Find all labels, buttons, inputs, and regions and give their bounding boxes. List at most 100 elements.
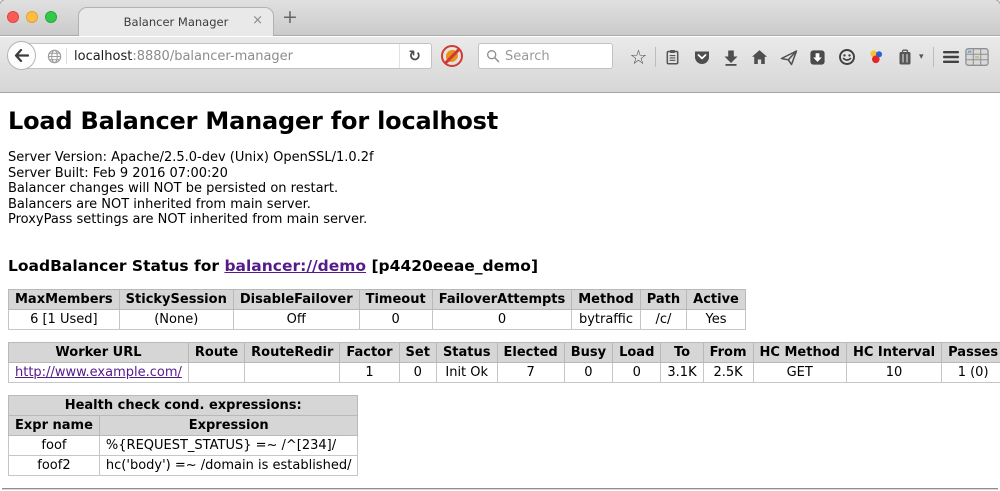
table-header-row: Expr name Expression <box>9 415 358 435</box>
col-expr-name: Expr name <box>9 415 100 435</box>
cell-passes: 1 (0) <box>942 362 1000 382</box>
cell-hc-interval: 10 <box>846 362 941 382</box>
col-elected: Elected <box>497 342 564 362</box>
cell-expr-name: foof2 <box>9 455 100 475</box>
downloads-panel-icon[interactable] <box>803 43 832 71</box>
back-button[interactable] <box>7 41 36 70</box>
urlbar-divider <box>66 48 67 64</box>
worker-table: Worker URL Route RouteRedir Factor Set S… <box>8 342 1000 383</box>
titlebar: Balancer Manager × + <box>0 0 1000 36</box>
worker-row: http://www.example.com/ 1 0 Init Ok 7 0 … <box>9 362 1000 382</box>
plugin-block-icon[interactable] <box>441 45 463 67</box>
chevron-down-icon[interactable]: ▾ <box>919 52 931 62</box>
worker-url-link[interactable]: http://www.example.com/ <box>15 365 182 380</box>
chat-smiley-icon[interactable] <box>832 43 861 71</box>
server-built-line: Server Built: Feb 9 2016 07:00:20 <box>8 166 1000 182</box>
col-active: Active <box>687 289 746 309</box>
col-busy: Busy <box>564 342 612 362</box>
page-content: Load Balancer Manager for localhost Serv… <box>0 94 1000 491</box>
bookmark-star-icon[interactable]: ☆ <box>624 43 653 71</box>
col-route: Route <box>188 342 244 362</box>
pocket-icon[interactable] <box>687 43 716 71</box>
col-to: To <box>661 342 703 362</box>
persist-note-line: Balancer changes will NOT be persisted o… <box>8 181 1000 197</box>
col-maxmembers: MaxMembers <box>9 289 120 309</box>
browser-window: Balancer Manager × + localhost:8880/bala… <box>0 0 1000 491</box>
balancer-summary-table: MaxMembers StickySession DisableFailover… <box>8 289 746 330</box>
search-icon <box>486 49 500 63</box>
cell-routeredir <box>245 362 340 382</box>
cell-from: 2.5K <box>703 362 753 382</box>
download-icon[interactable] <box>716 43 745 71</box>
cell-active: Yes <box>687 309 746 329</box>
zoom-window-button[interactable] <box>45 11 57 23</box>
proxypass-note-line: ProxyPass settings are NOT inherited fro… <box>8 212 1000 228</box>
url-bar[interactable]: localhost:8880/balancer-manager ↻ <box>21 43 432 69</box>
balancer-demo-link[interactable]: balancer://demo <box>224 257 366 275</box>
inherit-note-line: Balancers are NOT inherited from main se… <box>8 197 1000 213</box>
reload-icon[interactable]: ↻ <box>399 44 431 68</box>
status-heading-suffix: [p4420eeae_demo] <box>366 257 538 275</box>
server-info: Server Version: Apache/2.5.0-dev (Unix) … <box>8 150 1000 228</box>
col-routeredir: RouteRedir <box>245 342 340 362</box>
tab-balancer-manager[interactable]: Balancer Manager × <box>78 7 274 36</box>
color-dots-icon[interactable] <box>861 43 890 71</box>
url-text[interactable]: localhost:8880/balancer-manager <box>74 49 293 64</box>
server-version-line: Server Version: Apache/2.5.0-dev (Unix) … <box>8 150 1000 166</box>
reading-list-icon[interactable] <box>658 43 687 71</box>
col-factor: Factor <box>340 342 399 362</box>
globe-icon <box>47 49 62 64</box>
cell-disablefailover: Off <box>233 309 359 329</box>
col-failoverattempts: FailoverAttempts <box>432 289 572 309</box>
cell-status: Init Ok <box>436 362 497 382</box>
col-path: Path <box>640 289 686 309</box>
home-icon[interactable] <box>745 43 774 71</box>
col-status: Status <box>436 342 497 362</box>
tab-close-icon[interactable]: × <box>252 14 263 27</box>
cell-timeout: 0 <box>359 309 432 329</box>
minimize-window-button[interactable] <box>26 11 38 23</box>
cell-elected: 7 <box>497 362 564 382</box>
col-disablefailover: DisableFailover <box>233 289 359 309</box>
col-hc-interval: HC Interval <box>846 342 941 362</box>
cell-failoverattempts: 0 <box>432 309 572 329</box>
toolbar-separator <box>933 47 934 67</box>
cell-to: 3.1K <box>661 362 703 382</box>
star-glyph: ☆ <box>630 47 648 67</box>
search-input[interactable] <box>505 49 600 64</box>
health-check-table: Health check cond. expressions: Expr nam… <box>8 395 358 476</box>
col-set: Set <box>399 342 436 362</box>
cell-load: 0 <box>613 362 661 382</box>
menu-hamburger-icon[interactable] <box>936 43 965 71</box>
navigation-bar: localhost:8880/balancer-manager ↻ ☆ <box>0 37 1000 93</box>
url-path: :8880/balancer-manager <box>132 49 293 64</box>
url-host: localhost <box>74 49 132 64</box>
health-table-title: Health check cond. expressions: <box>9 395 358 415</box>
cell-expression: hc('body') =~ /domain is established/ <box>99 455 358 475</box>
cell-hc-method: GET <box>753 362 846 382</box>
col-method: Method <box>572 289 640 309</box>
col-stickysession: StickySession <box>119 289 233 309</box>
cell-expr-name: foof <box>9 435 100 455</box>
cell-set: 0 <box>399 362 436 382</box>
search-box[interactable] <box>478 43 613 69</box>
loadbalancer-status-heading: LoadBalancer Status for balancer://demo … <box>8 257 1000 275</box>
close-window-button[interactable] <box>7 11 19 23</box>
tiles-icon[interactable] <box>965 43 989 71</box>
cell-worker-url: http://www.example.com/ <box>9 362 189 382</box>
send-to-device-icon[interactable] <box>774 43 803 71</box>
table-row: foof2 hc('body') =~ /domain is establish… <box>9 455 358 475</box>
col-expression: Expression <box>99 415 358 435</box>
table-header-row: Worker URL Route RouteRedir Factor Set S… <box>9 342 1000 362</box>
cell-busy: 0 <box>564 362 612 382</box>
window-controls <box>7 11 57 23</box>
tab-title: Balancer Manager <box>124 15 229 29</box>
container-icon[interactable] <box>890 43 919 71</box>
toolbar-separator <box>655 47 656 67</box>
cell-method: bytraffic <box>572 309 640 329</box>
new-tab-button[interactable]: + <box>282 6 298 28</box>
table-header-row: MaxMembers StickySession DisableFailover… <box>9 289 746 309</box>
cell-expression: %{REQUEST_STATUS} =~ /^[234]/ <box>99 435 358 455</box>
col-load: Load <box>613 342 661 362</box>
cell-factor: 1 <box>340 362 399 382</box>
